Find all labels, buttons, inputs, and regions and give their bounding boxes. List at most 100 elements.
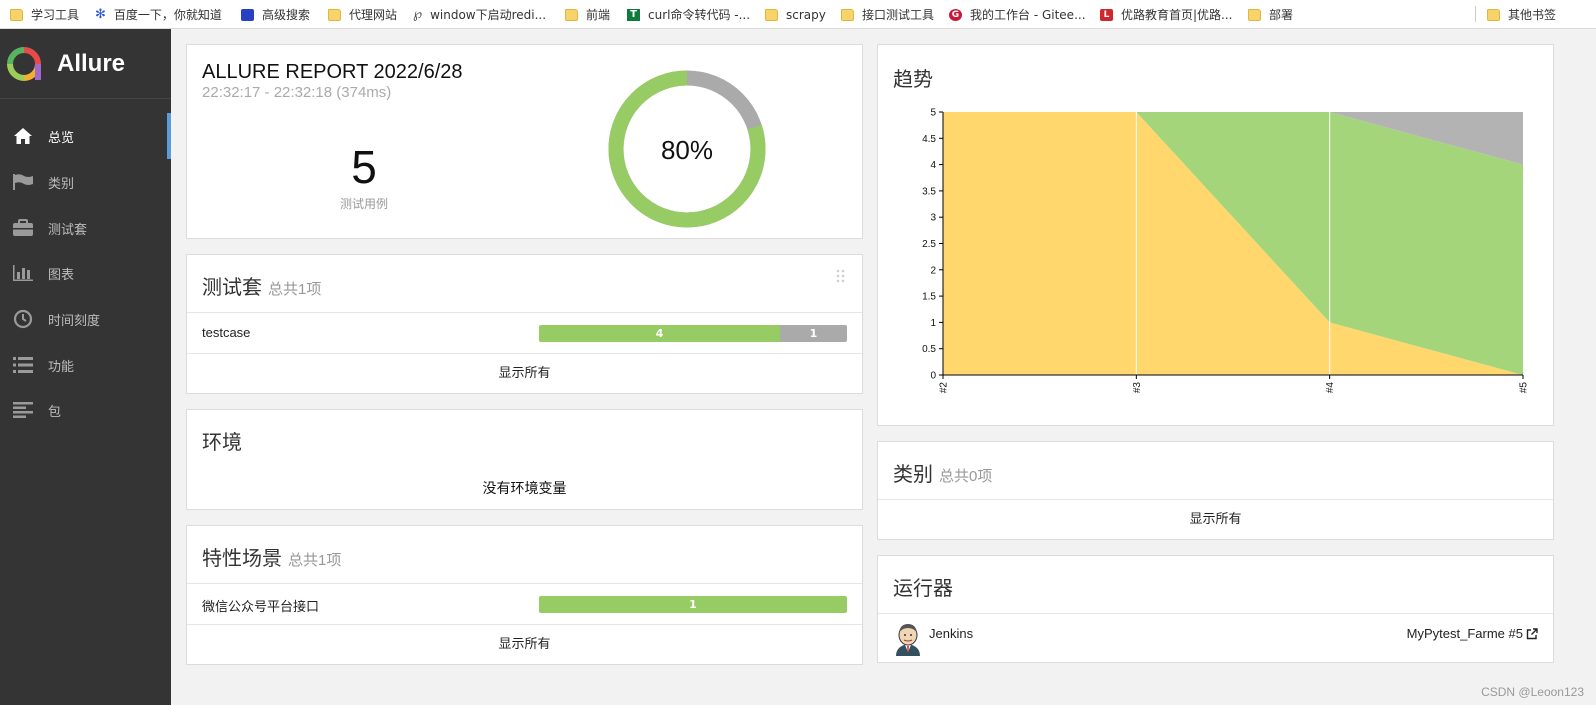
drag-handle-icon[interactable] — [836, 269, 846, 283]
executor-name: Jenkins — [929, 626, 974, 641]
environment-empty-text: 没有环境变量 — [482, 481, 567, 497]
bookmark-item[interactable]: L 优路教育首页|优路... — [1100, 0, 1233, 29]
nav-label: 图表 — [48, 267, 75, 283]
features-title: 特性场景 总共1项 — [202, 542, 341, 571]
bookmark-item[interactable]: 代理网站 — [328, 0, 397, 29]
bookmark-item[interactable]: scrapy — [765, 0, 826, 29]
feature-passed-segment: 1 — [539, 596, 847, 613]
suites-title: 测试套 总共1项 — [202, 271, 321, 300]
bookmark-divider — [1475, 6, 1476, 22]
pass-rate-percent: 80% — [661, 135, 713, 165]
bookmark-item[interactable]: 学习工具 — [10, 0, 79, 29]
nav-item-categories[interactable]: 类别 — [0, 159, 171, 205]
feature-row[interactable]: 微信公众号平台接口 1 — [187, 583, 862, 624]
bookmark-label: 百度一下，你就知道 — [113, 8, 222, 22]
feature-name: 微信公众号平台接口 — [202, 600, 320, 615]
features-show-all-link[interactable]: 显示所有 — [187, 624, 862, 665]
nav-item-graphs[interactable]: 图表 — [0, 250, 171, 296]
align-left-icon — [12, 401, 34, 419]
bookmark-label: 学习工具 — [31, 8, 80, 22]
executor-build-label: MyPytest_Farme #5 — [1406, 626, 1523, 641]
testcase-count-label: 测试用例 — [339, 197, 388, 211]
nav-item-overview[interactable]: 总览 — [0, 113, 171, 159]
categories-widget: 类别 总共0项 显示所有 — [877, 441, 1554, 540]
executor-row: Jenkins MyPytest_Farme #5 — [878, 613, 1553, 663]
trend-y-tick-label: 1.5 — [922, 292, 936, 303]
home-icon — [12, 127, 34, 145]
folder-icon — [328, 8, 341, 21]
nav-item-packages[interactable]: 包 — [0, 387, 171, 433]
nav-label: 总览 — [48, 130, 75, 146]
bookmark-item[interactable]: ℘ window下启动redi... — [413, 0, 546, 29]
categories-show-all-link[interactable]: 显示所有 — [878, 499, 1553, 540]
features-title-text: 特性场景 — [202, 548, 282, 570]
pass-rate-donut: 80% — [608, 70, 766, 228]
trend-x-tick-label: #3 — [1132, 382, 1143, 394]
bookmark-label: 高级搜索 — [262, 8, 311, 22]
briefcase-icon — [12, 219, 34, 237]
gitee-icon: G — [949, 8, 962, 21]
trend-x-tick-label: #5 — [1519, 382, 1530, 394]
nav-item-behaviors[interactable]: 功能 — [0, 342, 171, 388]
trend-y-tick-label: 3 — [930, 213, 936, 224]
bookmark-label: 其他书签 — [1508, 8, 1557, 22]
search-engine-icon — [241, 8, 254, 21]
categories-title: 类别 总共0项 — [893, 458, 992, 487]
trend-x-tick-label: #4 — [1325, 382, 1336, 394]
folder-icon — [841, 8, 854, 21]
folder-icon — [765, 8, 778, 21]
folder-icon — [10, 8, 23, 21]
suites-show-all-link[interactable]: 显示所有 — [187, 353, 862, 394]
suite-row[interactable]: testcase 4 1 — [187, 312, 862, 353]
suite-passed-segment: 4 — [539, 325, 780, 342]
trend-y-tick-label: 5 — [930, 108, 936, 119]
bookmark-item[interactable]: 部署 — [1248, 0, 1293, 29]
bookmark-item[interactable]: Tcurl命令转代码 -... — [627, 0, 750, 29]
executor-build-link[interactable]: MyPytest_Farme #5 — [1407, 626, 1538, 641]
features-count: 总共1项 — [288, 552, 342, 569]
nav-label: 包 — [48, 404, 62, 420]
external-link-icon — [1526, 627, 1538, 639]
trend-x-tick-label: #2 — [939, 382, 950, 394]
nav-label: 类别 — [48, 176, 75, 192]
trend-chart: 0 0.5 1 1.5 2 2.5 3 3.5 4 4.5 5 #2 #3 #4 #5 — [922, 108, 1530, 394]
bookmark-label: 代理网站 — [349, 8, 398, 22]
suites-title-text: 测试套 — [202, 277, 262, 299]
brand[interactable]: Allure — [0, 29, 171, 99]
testcase-count: 5 — [351, 141, 377, 193]
report-title: ALLURE REPORT 2022/6/28 — [202, 61, 463, 83]
trend-y-tick-label: 0 — [930, 371, 936, 382]
executors-title: 运行器 — [893, 578, 953, 600]
trend-y-tick-label: 3.5 — [922, 186, 936, 197]
t-site-icon: T — [627, 8, 640, 21]
environment-title: 环境 — [202, 432, 242, 454]
suite-status-bar[interactable]: 4 1 — [539, 325, 847, 342]
bookmark-item[interactable]: ✻ 百度一下，你就知道 — [95, 0, 222, 29]
bookmark-item[interactable]: 高级搜索 — [241, 0, 310, 29]
feature-status-bar[interactable]: 1 — [539, 596, 847, 613]
features-widget: 特性场景 总共1项 微信公众号平台接口 1 显示所有 — [186, 525, 863, 665]
bookmark-item[interactable]: G 我的工作台 - Gitee... — [949, 0, 1086, 29]
folder-icon — [1487, 8, 1500, 21]
suites-count: 总共1项 — [268, 281, 322, 298]
nav-item-timeline[interactable]: 时间刻度 — [0, 296, 171, 342]
report-time: 22:32:17 - 22:32:18 (374ms) — [202, 84, 392, 101]
nav-label: 时间刻度 — [48, 313, 101, 329]
bookmark-label: window下启动redi... — [430, 8, 547, 22]
bookmark-item[interactable]: 其他书签 — [1487, 0, 1556, 29]
suites-widget: 测试套 总共1项 testcase 4 1 显示所有 — [186, 254, 863, 394]
categories-count: 总共0项 — [939, 468, 993, 485]
suite-name: testcase — [202, 325, 251, 340]
folder-icon — [565, 8, 578, 21]
bookmark-label: 前端 — [586, 8, 611, 22]
bookmark-item[interactable]: 前端 — [565, 0, 610, 29]
nav-label: 功能 — [48, 359, 75, 375]
baidu-paw-icon: ✻ — [95, 7, 106, 22]
nav-item-suites[interactable]: 测试套 — [0, 205, 171, 251]
environment-widget: 环境 没有环境变量 — [186, 409, 863, 510]
bookmark-label: 接口测试工具 — [862, 8, 935, 22]
bookmark-item[interactable]: 接口测试工具 — [841, 0, 934, 29]
watermark: CSDN @Leoon123 — [1481, 685, 1584, 699]
trend-y-tick-label: 0.5 — [922, 344, 936, 355]
summary-widget: ALLURE REPORT 2022/6/28 22:32:17 - 22:32… — [186, 44, 863, 239]
